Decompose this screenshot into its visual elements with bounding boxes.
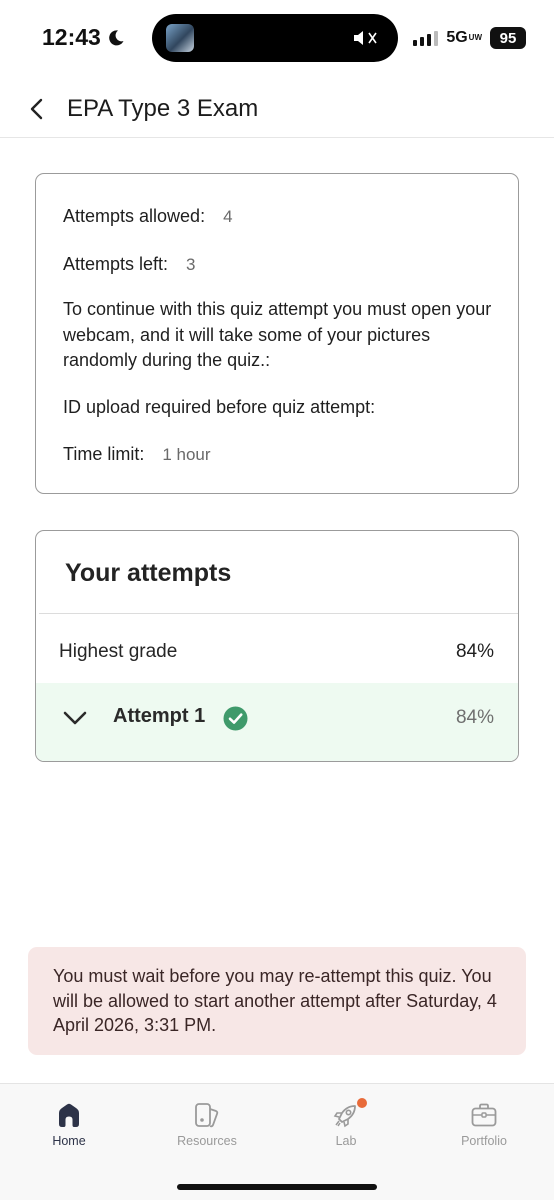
attempt-label: Attempt 1 (113, 705, 206, 727)
attempts-allowed-value: 4 (223, 207, 233, 226)
network-suffix: UW (468, 33, 482, 42)
nav-label-lab: Lab (335, 1134, 357, 1148)
clock-text: 12:43 (42, 24, 101, 50)
highest-grade-label: Highest grade (59, 641, 178, 662)
network-indicator: 5G UW (446, 29, 482, 47)
dynamic-island[interactable] (152, 14, 398, 62)
status-indicators: 5G UW 95 (413, 27, 526, 49)
attempts-allowed-row: Attempts allowed: 4 (63, 206, 233, 227)
attempts-left-row: Attempts left: 3 (63, 254, 196, 275)
nav-item-lab[interactable]: Lab (296, 1098, 396, 1160)
page-header: EPA Type 3 Exam (0, 80, 554, 138)
highest-grade-value: 84% (455, 641, 494, 662)
home-icon (59, 1103, 79, 1127)
nav-label-home: Home (52, 1134, 86, 1148)
briefcase-icon (471, 1103, 497, 1127)
time-limit-label: Time limit: (63, 444, 145, 464)
nav-label-resources: Resources (177, 1134, 237, 1148)
nav-label-portfolio: Portfolio (461, 1134, 507, 1148)
attempts-left-label: Attempts left: (63, 254, 169, 274)
reattempt-notice-text: You must wait before you may re-attempt … (53, 966, 497, 1035)
webcam-notice: To continue with this quiz attempt you m… (63, 299, 492, 370)
mute-bluetooth-icon (354, 31, 377, 45)
chevron-down-icon[interactable] (63, 710, 87, 726)
back-chevron-icon[interactable] (26, 96, 48, 122)
home-indicator[interactable] (177, 1184, 377, 1190)
divider (39, 613, 518, 614)
check-circle-icon (223, 706, 248, 731)
page-title: EPA Type 3 Exam (67, 95, 259, 122)
nav-item-resources[interactable]: Resources (157, 1100, 257, 1160)
id-upload-notice: ID upload required before quiz attempt: (63, 397, 376, 417)
quiz-info-card: Attempts allowed: 4 Attempts left: 3 To co… (35, 173, 519, 494)
status-bar: 12:43 5G UW 95 (0, 0, 554, 80)
nav-item-portfolio[interactable]: Portfolio (434, 1100, 534, 1160)
attempt-grade: 84% (455, 707, 494, 728)
attempts-title: Your attempts (65, 559, 232, 587)
time-limit-row: Time limit: 1 hour (63, 444, 211, 465)
attempts-allowed-label: Attempts allowed: (63, 206, 206, 226)
status-time: 12:43 (42, 24, 125, 51)
reattempt-notice: You must wait before you may re-attempt … (28, 947, 526, 1055)
nav-item-home[interactable]: Home (19, 1100, 119, 1160)
resources-icon (195, 1103, 219, 1128)
bottom-nav: Home Resources Lab Portfolio (0, 1083, 554, 1200)
now-playing-thumbnail[interactable] (166, 24, 194, 52)
time-limit-value: 1 hour (162, 445, 211, 464)
highest-grade-row: Highest grade 84% (36, 641, 518, 671)
attempts-card: Your attempts Highest grade 84% Attempt … (35, 530, 519, 762)
moon-icon (109, 29, 124, 45)
attempt-row[interactable]: Attempt 1 84% (36, 683, 518, 761)
battery-icon: 95 (490, 27, 526, 49)
screen: 12:43 5G UW 95 EPA Type 3 Exam Attempts … (0, 0, 554, 1200)
attempts-left-value: 3 (186, 255, 196, 274)
network-text: 5G (446, 29, 468, 46)
battery-level: 95 (499, 29, 517, 47)
signal-icon (413, 30, 439, 46)
lab-notification-dot (357, 1098, 367, 1108)
